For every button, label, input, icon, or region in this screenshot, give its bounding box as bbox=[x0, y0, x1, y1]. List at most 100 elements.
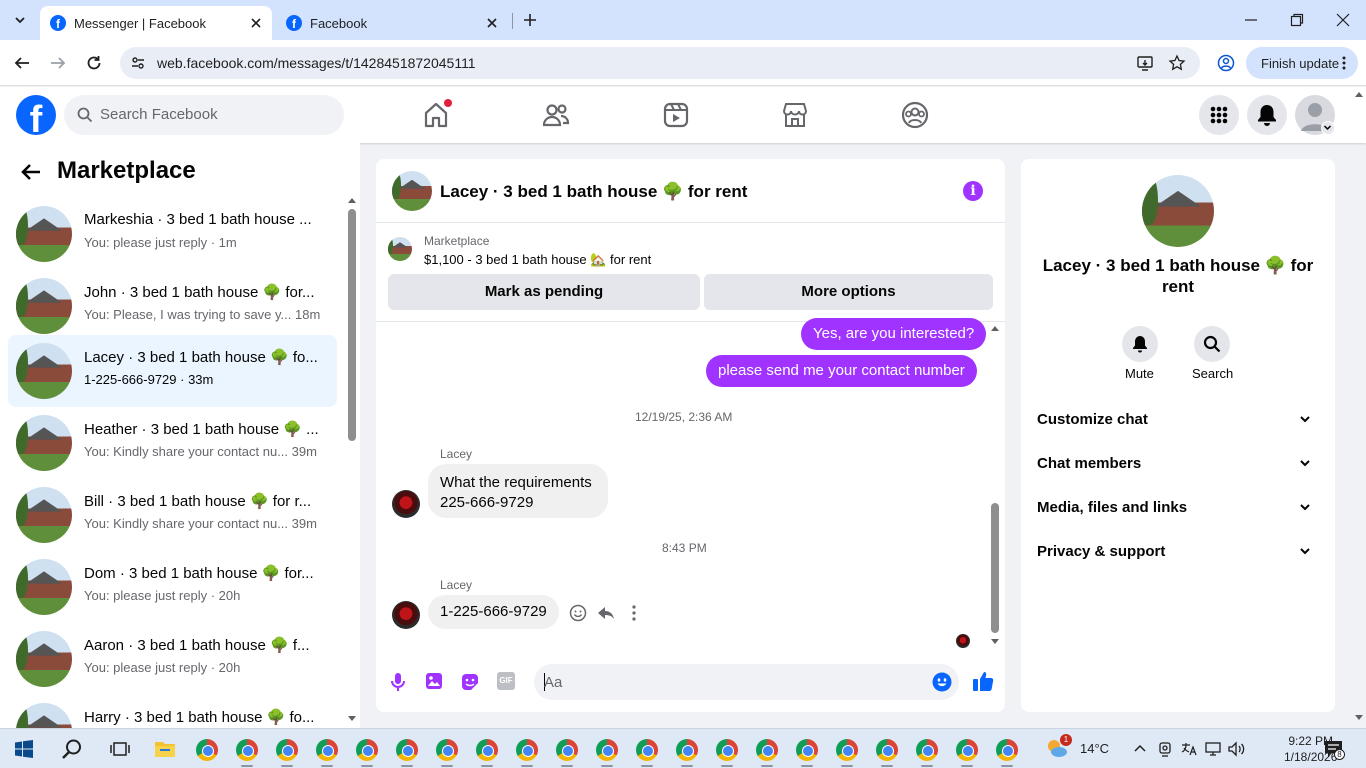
conversation-item[interactable]: Heather · 3 bed 1 bath house 🌳 ... You: … bbox=[8, 407, 337, 479]
chrome-profile-app-icon[interactable] bbox=[996, 739, 1018, 761]
attach-photo-icon[interactable] bbox=[425, 672, 443, 690]
conversation-item[interactable]: Markeshia · 3 bed 1 bath house ... You: … bbox=[8, 198, 337, 270]
back-arrow-icon[interactable] bbox=[13, 54, 31, 72]
chrome-profile-app-icon[interactable] bbox=[436, 739, 458, 761]
chrome-profile-app-icon[interactable] bbox=[876, 739, 898, 761]
marketplace-icon[interactable] bbox=[779, 99, 811, 131]
scroll-down-arrow-icon[interactable] bbox=[1355, 715, 1363, 721]
weather-icon[interactable]: 1 bbox=[1046, 734, 1072, 758]
network-icon[interactable] bbox=[1205, 741, 1221, 757]
chrome-profile-app-icon[interactable] bbox=[956, 739, 978, 761]
tab-search-chevron-icon[interactable] bbox=[12, 12, 28, 28]
scroll-down-arrow-icon[interactable] bbox=[348, 716, 356, 722]
file-explorer-icon[interactable] bbox=[154, 739, 176, 759]
chat-scrollbar[interactable] bbox=[989, 323, 1001, 649]
close-tab-icon[interactable] bbox=[484, 15, 500, 31]
restore-window-icon[interactable] bbox=[1290, 13, 1304, 27]
scroll-up-arrow-icon[interactable] bbox=[991, 325, 999, 331]
account-avatar[interactable] bbox=[1295, 95, 1335, 135]
chrome-profile-app-icon[interactable] bbox=[476, 739, 498, 761]
chrome-profile-app-icon[interactable] bbox=[916, 739, 938, 761]
scroll-up-arrow-icon[interactable] bbox=[348, 197, 356, 203]
address-bar[interactable]: web.facebook.com/messages/t/142845187204… bbox=[120, 47, 1200, 79]
minimize-window-icon[interactable] bbox=[1244, 13, 1258, 27]
scrollbar-thumb[interactable] bbox=[348, 209, 356, 441]
volume-icon[interactable] bbox=[1228, 741, 1246, 757]
chrome-profile-app-icon[interactable] bbox=[596, 739, 618, 761]
task-view-icon[interactable] bbox=[110, 740, 130, 758]
camera-icon[interactable] bbox=[1158, 741, 1172, 757]
chrome-profile-app-icon[interactable] bbox=[276, 739, 298, 761]
friends-icon[interactable] bbox=[540, 99, 572, 131]
outgoing-message[interactable]: please send me your contact number bbox=[706, 355, 977, 387]
scroll-down-arrow-icon[interactable] bbox=[991, 639, 999, 645]
chrome-profile-app-icon[interactable] bbox=[836, 739, 858, 761]
more-options-button[interactable]: More options bbox=[704, 274, 993, 310]
chat-avatar[interactable] bbox=[392, 171, 432, 211]
listing-details[interactable]: $1,100 - 3 bed 1 bath house 🏡 for rent bbox=[424, 252, 651, 268]
bookmark-star-icon[interactable] bbox=[1168, 54, 1186, 72]
sidebar-scrollbar[interactable] bbox=[346, 195, 358, 725]
voice-clip-icon[interactable] bbox=[390, 672, 406, 692]
conversation-item[interactable]: Bill · 3 bed 1 bath house 🌳 for r... You… bbox=[8, 479, 337, 551]
chrome-profile-app-icon[interactable] bbox=[236, 739, 258, 761]
thumbs-up-icon[interactable] bbox=[972, 670, 994, 692]
chrome-profile-app-icon[interactable] bbox=[556, 739, 578, 761]
home-icon[interactable] bbox=[420, 99, 452, 131]
outgoing-message[interactable]: Yes, are you interested? bbox=[801, 318, 987, 350]
scrollbar-thumb[interactable] bbox=[991, 503, 999, 633]
customize-chat-row[interactable]: Customize chat bbox=[1037, 399, 1319, 443]
video-icon[interactable] bbox=[660, 99, 692, 131]
chrome-profile-app-icon[interactable] bbox=[196, 739, 218, 761]
contact-avatar[interactable] bbox=[392, 601, 420, 629]
incoming-message[interactable]: What the requirements 225-666-9729 bbox=[428, 464, 608, 518]
conversation-avatar[interactable] bbox=[1142, 175, 1214, 247]
tab-messenger[interactable]: f Messenger | Facebook bbox=[40, 6, 272, 40]
close-window-icon[interactable] bbox=[1336, 13, 1350, 27]
install-app-icon[interactable] bbox=[1136, 54, 1154, 72]
chrome-profile-app-icon[interactable] bbox=[356, 739, 378, 761]
conversation-item[interactable]: Aaron · 3 bed 1 bath house 🌳 f... You: p… bbox=[8, 623, 337, 695]
close-tab-icon[interactable] bbox=[248, 15, 264, 31]
conversation-item[interactable]: Dom · 3 bed 1 bath house 🌳 for... You: p… bbox=[8, 551, 337, 623]
more-actions-icon[interactable] bbox=[631, 604, 637, 622]
new-tab-plus-icon[interactable] bbox=[522, 12, 538, 28]
gif-icon[interactable]: GIF bbox=[497, 672, 515, 690]
language-icon[interactable] bbox=[1181, 741, 1197, 757]
search-in-conversation-button[interactable] bbox=[1194, 326, 1230, 362]
conversation-info-icon[interactable]: i bbox=[963, 181, 983, 201]
page-scrollbar[interactable] bbox=[1352, 87, 1366, 728]
conversation-item[interactable]: John · 3 bed 1 bath house 🌳 for... You: … bbox=[8, 270, 337, 342]
media-files-links-row[interactable]: Media, files and links bbox=[1037, 487, 1319, 531]
chrome-profile-app-icon[interactable] bbox=[516, 739, 538, 761]
weather-temperature[interactable]: 14°C bbox=[1080, 741, 1109, 756]
windows-start-icon[interactable] bbox=[15, 740, 33, 758]
search-facebook-input[interactable]: Search Facebook bbox=[64, 95, 344, 135]
tab-facebook[interactable]: f Facebook bbox=[276, 6, 508, 40]
groups-icon[interactable] bbox=[899, 99, 931, 131]
facebook-logo[interactable]: f bbox=[16, 95, 56, 135]
reply-icon[interactable] bbox=[597, 604, 615, 622]
conversation-item-selected[interactable]: Lacey · 3 bed 1 bath house 🌳 fo... 1-225… bbox=[8, 335, 337, 407]
chrome-profile-app-icon[interactable] bbox=[636, 739, 658, 761]
show-hidden-icons-chevron-icon[interactable] bbox=[1133, 742, 1147, 754]
chrome-profile-app-icon[interactable] bbox=[316, 739, 338, 761]
scroll-up-arrow-icon[interactable] bbox=[1355, 91, 1363, 97]
incoming-message[interactable]: 1-225-666-9729 bbox=[428, 595, 559, 629]
chrome-profile-app-icon[interactable] bbox=[796, 739, 818, 761]
chrome-profile-app-icon[interactable] bbox=[676, 739, 698, 761]
menu-grid-icon[interactable] bbox=[1199, 95, 1239, 135]
chat-members-row[interactable]: Chat members bbox=[1037, 443, 1319, 487]
mark-as-pending-button[interactable]: Mark as pending bbox=[388, 274, 700, 310]
privacy-support-row[interactable]: Privacy & support bbox=[1037, 531, 1319, 575]
notifications-bell-icon[interactable] bbox=[1247, 95, 1287, 135]
profile-icon[interactable] bbox=[1217, 54, 1235, 72]
reload-icon[interactable] bbox=[85, 54, 103, 72]
forward-arrow-icon[interactable] bbox=[49, 54, 67, 72]
contact-avatar[interactable] bbox=[392, 490, 420, 518]
back-arrow-icon[interactable] bbox=[20, 161, 42, 183]
message-input[interactable]: Aa bbox=[534, 664, 959, 700]
conversation-item[interactable]: Harry · 3 bed 1 bath house 🌳 fo... bbox=[8, 695, 337, 728]
chrome-profile-app-icon[interactable] bbox=[716, 739, 738, 761]
chrome-profile-app-icon[interactable] bbox=[756, 739, 778, 761]
